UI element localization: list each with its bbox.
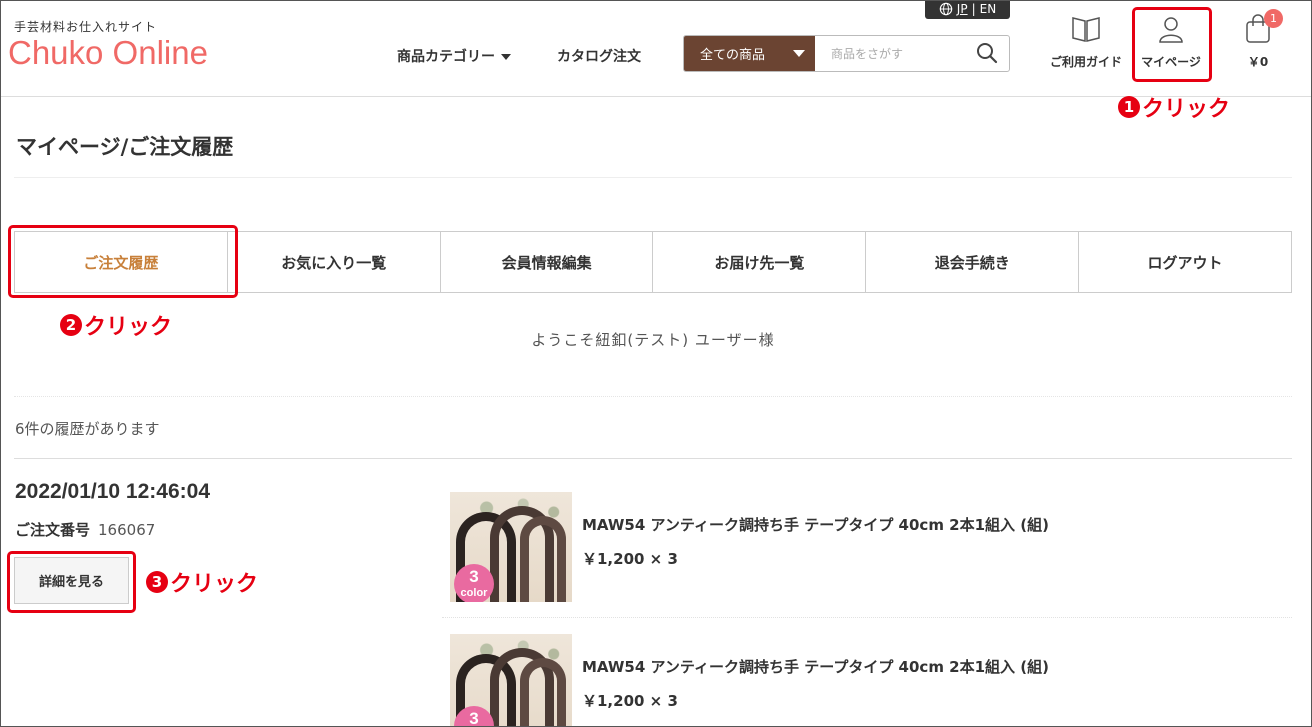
annotation-step-3: 3 クリック <box>146 566 258 598</box>
color-count: 3 <box>469 709 479 727</box>
annotation-step-3-text: クリック <box>170 572 259 597</box>
annotation-step-3-number: 3 <box>146 571 168 593</box>
guide-label: ご利用ガイド <box>1049 55 1122 69</box>
site-tagline: 手芸材料お仕入れサイト <box>14 20 158 34</box>
nav-catalog-order[interactable]: カタログ注文 <box>557 46 641 66</box>
divider <box>14 458 1292 459</box>
order-number-value: 166067 <box>98 521 156 539</box>
product-price-qty: ￥1,200 × 3 <box>582 692 678 710</box>
annotation-box-mypage <box>1132 7 1212 82</box>
lang-en-link[interactable]: EN <box>980 2 997 16</box>
cart-count-badge: 1 <box>1264 9 1283 28</box>
product-name[interactable]: MAW54 アンティーク調持ち手 テープタイプ 40cm 2本1組入 (組) <box>582 656 1049 677</box>
search-button[interactable] <box>975 41 1001 67</box>
chevron-down-icon <box>501 54 511 60</box>
annotation-step-1-number: 1 <box>1118 96 1140 118</box>
order-item: 3 color MAW54 アンティーク調持ち手 テープタイプ 40cm 2本1… <box>442 490 1292 618</box>
guide-link[interactable]: ご利用ガイド <box>1045 14 1127 70</box>
annotation-box-details <box>7 551 136 613</box>
tab-member-info[interactable]: 会員情報編集 <box>439 232 653 292</box>
tab-favorites[interactable]: お気に入り一覧 <box>226 232 440 292</box>
order-item: 3 color MAW54 アンティーク調持ち手 テープタイプ 40cm 2本1… <box>442 632 1292 727</box>
product-name[interactable]: MAW54 アンティーク調持ち手 テープタイプ 40cm 2本1組入 (組) <box>582 514 1049 535</box>
annotation-step-2: 2 クリック <box>60 309 172 341</box>
nav-product-category[interactable]: 商品カテゴリー <box>397 46 511 66</box>
cart-link[interactable]: 1 ￥0 <box>1236 9 1283 70</box>
color-count: 3 <box>469 567 479 586</box>
annotation-box-order-history <box>8 225 238 298</box>
nav-product-category-label: 商品カテゴリー <box>397 49 495 65</box>
color-count-badge: 3 color <box>454 564 494 602</box>
lang-jp-link[interactable]: JP <box>957 2 968 16</box>
site-logo[interactable]: Chuko Online <box>8 34 208 72</box>
tab-delivery-addresses[interactable]: お届け先一覧 <box>652 232 865 292</box>
product-image[interactable]: 3 color <box>450 492 572 602</box>
order-number: ご注文番号 166067 <box>15 519 155 540</box>
search-category-value: 全ての商品 <box>700 48 766 63</box>
search-input[interactable] <box>815 36 965 71</box>
tab-withdraw[interactable]: 退会手続き <box>865 232 1078 292</box>
search-category-select[interactable]: 全ての商品 <box>684 36 815 71</box>
book-icon <box>1072 17 1100 42</box>
order-date: 2022/01/10 12:46:04 <box>15 480 210 503</box>
color-label: color <box>460 587 488 599</box>
annotation-step-2-number: 2 <box>60 314 82 336</box>
cart-total: ￥0 <box>1247 55 1269 69</box>
globe-icon <box>939 2 953 15</box>
product-image[interactable]: 3 color <box>450 634 572 727</box>
divider <box>14 177 1292 178</box>
page-title: マイページ/ご注文履歴 <box>16 135 234 159</box>
annotation-step-1: 1 クリック <box>1118 91 1230 123</box>
history-count: 6件の履歴があります <box>15 420 160 438</box>
color-count-badge: 3 color <box>454 706 494 727</box>
site-header: 手芸材料お仕入れサイト Chuko Online JP | EN 商品カテゴリー… <box>0 0 1312 97</box>
chevron-down-icon <box>793 50 805 57</box>
search-bar: 全ての商品 <box>683 35 1010 72</box>
welcome-message: ようこそ紐釦(テスト) ユーザー様 <box>531 331 775 349</box>
search-icon <box>977 43 998 64</box>
divider <box>14 396 1292 397</box>
product-price-qty: ￥1,200 × 3 <box>582 550 678 568</box>
annotation-step-1-text: クリック <box>1142 97 1231 122</box>
tab-logout[interactable]: ログアウト <box>1078 232 1291 292</box>
lang-separator: | <box>971 1 976 16</box>
annotation-step-2-text: クリック <box>84 315 173 340</box>
order-number-label: ご注文番号 <box>15 521 91 539</box>
language-switcher[interactable]: JP | EN <box>925 0 1010 19</box>
